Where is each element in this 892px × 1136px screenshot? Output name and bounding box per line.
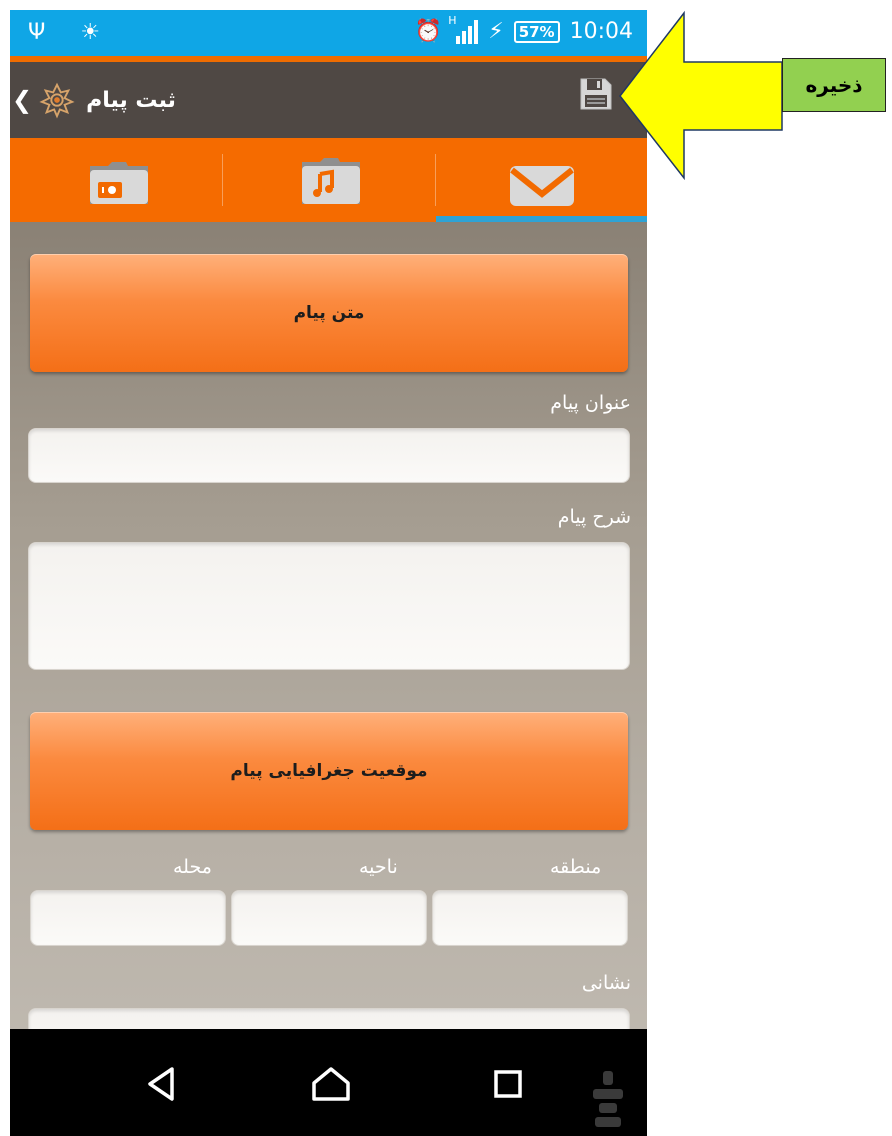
- geo-location-button[interactable]: موقعیت جغرافیایی پیام: [30, 712, 628, 830]
- title-field[interactable]: [28, 428, 630, 483]
- app-logo-icon: [39, 82, 75, 119]
- annotation-label: ذخیره: [805, 73, 863, 97]
- back-triangle-icon[interactable]: [138, 1059, 188, 1109]
- page-title: ثبت پیام: [86, 87, 176, 113]
- action-bar: ❮ ثبت پیام: [10, 62, 647, 138]
- android-debug-icon: ☀: [80, 20, 115, 45]
- battery-icon: 57%: [513, 20, 560, 43]
- charging-icon: ⚡: [488, 19, 504, 44]
- description-label: شرح پیام: [557, 506, 631, 528]
- tab-photos[interactable]: [10, 138, 222, 222]
- annotation-label-box: ذخیره: [782, 58, 886, 112]
- address-label: نشانی: [581, 972, 631, 994]
- tab-message[interactable]: [436, 138, 647, 222]
- usb-icon: Ψ: [28, 20, 60, 45]
- tab-music[interactable]: [223, 138, 435, 222]
- envelope-icon: [510, 166, 574, 206]
- region-label: منطقه: [550, 856, 602, 878]
- description-field[interactable]: [28, 542, 630, 670]
- music-folder-icon: [302, 158, 360, 204]
- phone-screen: Ψ ☀ ⏰ H ⚡ 57% 10:04 ❮ ثبت پیام متن پیام …: [10, 10, 647, 1136]
- neighborhood-label: محله: [173, 856, 212, 878]
- form-content: متن پیام عنوان پیام شرح پیام موقعیت جغرا…: [10, 222, 647, 1074]
- back-chevron-icon[interactable]: ❮: [12, 86, 32, 114]
- save-icon[interactable]: [578, 76, 614, 112]
- camera-folder-icon: [90, 162, 148, 204]
- status-left-icons: Ψ ☀: [28, 20, 114, 45]
- title-group[interactable]: ❮ ثبت پیام: [12, 80, 176, 120]
- district-label: ناحیه: [359, 856, 398, 878]
- tab-bar: [10, 138, 647, 222]
- district-field[interactable]: [231, 890, 427, 946]
- title-label: عنوان پیام: [550, 392, 631, 414]
- message-text-button-label: متن پیام: [293, 303, 365, 323]
- recents-icon[interactable]: [483, 1059, 533, 1109]
- watermark-logo-icon: [593, 1071, 623, 1127]
- navigation-bar: [10, 1029, 647, 1136]
- status-bar: Ψ ☀ ⏰ H ⚡ 57% 10:04: [10, 10, 647, 56]
- network-type: H: [448, 13, 457, 27]
- status-right-icons: ⏰ H ⚡ 57% 10:04: [414, 14, 633, 45]
- signal-icon: H: [448, 14, 479, 44]
- home-icon[interactable]: [306, 1059, 356, 1109]
- region-field[interactable]: [432, 890, 628, 946]
- alarm-icon: ⏰: [414, 19, 443, 44]
- geo-location-button-label: موقعیت جغرافیایی پیام: [230, 761, 428, 781]
- message-text-button[interactable]: متن پیام: [30, 254, 628, 372]
- annotation-arrow-icon: [619, 10, 783, 180]
- neighborhood-field[interactable]: [30, 890, 226, 946]
